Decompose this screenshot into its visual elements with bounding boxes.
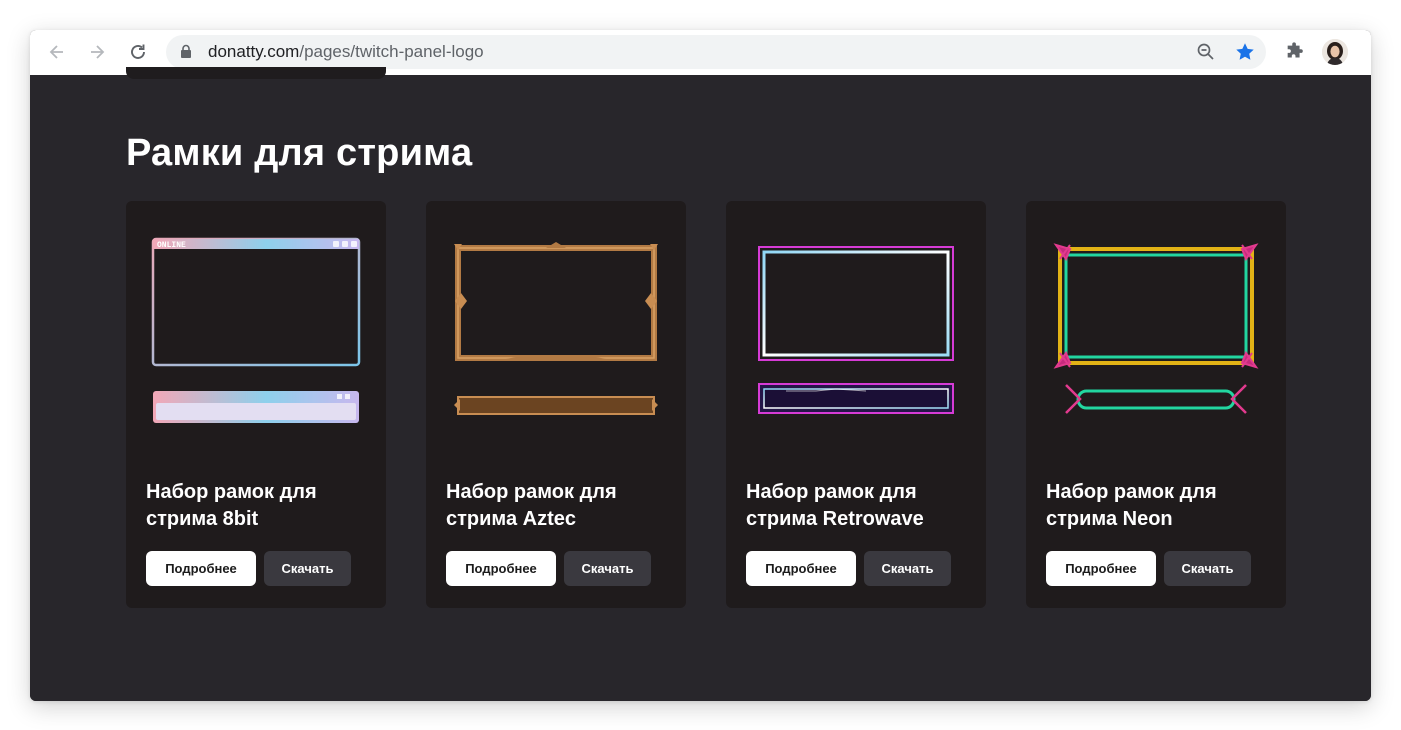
address-bar[interactable]: donatty.com/pages/twitch-panel-logo: [166, 35, 1266, 69]
page-content: Рамки для стрима ONLINE Набор рамок для …: [30, 67, 1371, 701]
back-icon[interactable]: [44, 39, 70, 65]
card-title: Набор рамок для стрима 8bit: [146, 481, 317, 530]
url-host: donatty.com: [208, 42, 300, 61]
details-button[interactable]: Подробнее: [1046, 551, 1156, 586]
card-8bit: ONLINE Набор рамок для стрима 8bit Подро…: [126, 201, 386, 608]
card-title: Набор рамок для стрима Aztec: [446, 481, 617, 530]
zoom-out-icon[interactable]: [1196, 42, 1216, 67]
card-title: Набор рамок для стрима Neon: [1046, 481, 1217, 530]
reload-icon[interactable]: [125, 39, 151, 65]
lock-icon[interactable]: [180, 44, 192, 64]
download-button[interactable]: Скачать: [864, 551, 951, 586]
forward-icon[interactable]: [84, 39, 110, 65]
details-button[interactable]: Подробнее: [146, 551, 256, 586]
bookmark-star-icon[interactable]: [1234, 41, 1256, 68]
extensions-icon[interactable]: [1284, 41, 1306, 68]
card-neon: Набор рамок для стрима Neon Подробнее Ск…: [1026, 201, 1286, 608]
section-title: Рамки для стрима: [126, 132, 473, 174]
download-button[interactable]: Скачать: [264, 551, 351, 586]
details-button[interactable]: Подробнее: [446, 551, 556, 586]
online-label: ONLINE: [157, 241, 186, 250]
card-retrowave: Набор рамок для стрима Retrowave Подробн…: [726, 201, 986, 608]
browser-window: donatty.com/pages/twitch-panel-logo Рамк…: [30, 30, 1371, 701]
profile-avatar[interactable]: [1322, 39, 1348, 65]
url-text[interactable]: donatty.com/pages/twitch-panel-logo: [208, 43, 484, 61]
details-button[interactable]: Подробнее: [746, 551, 856, 586]
frame-preview-8bit[interactable]: ONLINE: [126, 201, 386, 461]
card-aztec: Набор рамок для стрима Aztec Подробнее С…: [426, 201, 686, 608]
download-button[interactable]: Скачать: [564, 551, 651, 586]
frame-preview-aztec[interactable]: [426, 201, 686, 461]
card-title: Набор рамок для стрима Retrowave: [746, 481, 924, 530]
frame-preview-neon[interactable]: [1026, 201, 1286, 461]
url-path: /pages/twitch-panel-logo: [299, 42, 484, 61]
previous-card-edge: [126, 67, 386, 79]
download-button[interactable]: Скачать: [1164, 551, 1251, 586]
frame-preview-retrowave[interactable]: [726, 201, 986, 461]
